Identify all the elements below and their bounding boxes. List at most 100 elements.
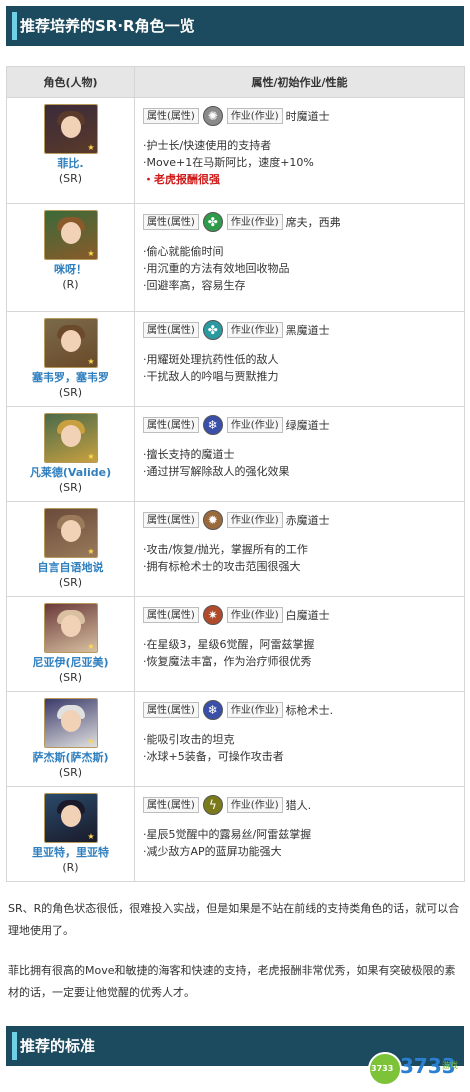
job-tag: 作业(作业): [226, 702, 283, 718]
job-name: 标枪术士.: [285, 704, 334, 717]
feature-line: ·护士长/快速使用的支持者: [143, 139, 272, 152]
attribute-tag: 属性(属性): [143, 607, 199, 623]
site-logo: 3733 3733 游戏: [368, 1050, 464, 1092]
character-cell: ★ 凡莱德(Valide) (SR): [6, 406, 135, 502]
job-name: 黑魔道士: [285, 324, 330, 337]
character-name[interactable]: 里亚特，里亚特: [7, 845, 134, 860]
character-rarity: (SR): [58, 386, 83, 399]
job-tag: 作业(作业): [226, 607, 283, 623]
time-icon: ✺: [202, 106, 223, 126]
character-cell: ★ 尼亚伊(尼亚美) (SR): [6, 596, 135, 692]
section-header: 推荐培养的SR·R角色一览: [6, 6, 464, 46]
info-cell: 属性(属性) ϟ 作业(作业) 猎人. ·星辰5觉醒中的露易丝/阿雷兹掌握 ·减少…: [134, 786, 465, 882]
paragraph: 菲比拥有很高的Move和敏捷的海客和快速的支持，老虎报酬非常优秀，如果有突破极限…: [8, 964, 456, 999]
job-name: 猎人.: [285, 799, 312, 812]
highlight-line: ・老虎报酬很强: [143, 173, 220, 186]
character-name[interactable]: 咪呀！: [7, 262, 134, 277]
character-cell: ★ 咪呀！ (R): [6, 203, 135, 312]
character-portrait[interactable]: ★: [43, 793, 98, 843]
feature-line: ·星辰5觉醒中的露易丝/阿雷兹掌握: [143, 828, 312, 841]
job-name: 席夫，西弗: [285, 216, 341, 229]
character-portrait[interactable]: ★: [43, 603, 98, 653]
character-rarity: (SR): [58, 576, 83, 589]
rank-mark-icon: ★: [87, 143, 95, 152]
info-cell: 属性(属性) ✹ 作业(作业) 赤魔道士 ·攻击/恢复/抛光，掌握所有的工作 ·拥…: [134, 501, 465, 597]
character-table: 角色(人物) 属性/初始作业/性能 ★ 菲比. (SR) 属性(属性) ✺ 作业…: [6, 66, 465, 882]
attribute-tag: 属性(属性): [143, 797, 199, 813]
character-portrait[interactable]: ★: [43, 210, 98, 260]
attribute-tag: 属性(属性): [143, 702, 199, 718]
feature-line: ·拥有标枪术士的攻击范围很强大: [143, 560, 301, 573]
rank-mark-icon: ★: [87, 547, 95, 556]
feature-line: ·偷心就能偷时间: [143, 245, 224, 258]
logo-subtitle: 游戏: [442, 1061, 458, 1070]
feature-line: ·干扰敌人的吟唱与贾默推力: [143, 370, 279, 383]
feature-line: ·在星级3，星级6觉醒，阿雷兹掌握: [143, 638, 315, 651]
info-cell: 属性(属性) ✤ 作业(作业) 黑魔道士 ·用耀斑处理抗药性低的敌人 ·干扰敌人的…: [134, 311, 465, 407]
logo-number-small: 3733: [371, 1064, 394, 1073]
table-row: ★ 凡莱德(Valide) (SR) 属性(属性) ❄ 作业(作业) 绿魔道士 …: [6, 406, 465, 502]
character-name[interactable]: 尼亚伊(尼亚美): [7, 655, 134, 670]
header-accent-bar: [12, 12, 17, 40]
character-rarity: (R): [62, 278, 79, 291]
info-cell: 属性(属性) ✤ 作业(作业) 席夫，西弗 ·偷心就能偷时间 ·用沉重的方法有效地…: [134, 203, 465, 312]
column-header-info: 属性/初始作业/性能: [134, 66, 465, 98]
wind-icon: ✤: [202, 212, 223, 232]
table-row: ★ 里亚特，里亚特 (R) 属性(属性) ϟ 作业(作业) 猎人. ·星辰5觉醒…: [6, 786, 465, 882]
feature-line: ·减少敌方AP的蓝屏功能强大: [143, 845, 282, 858]
character-name[interactable]: 塞韦罗，塞韦罗: [7, 370, 134, 385]
character-name[interactable]: 菲比.: [7, 156, 134, 171]
character-portrait[interactable]: ★: [43, 318, 98, 368]
table-row: ★ 尼亚伊(尼亚美) (SR) 属性(属性) ✷ 作业(作业) 白魔道士 ·在星…: [6, 596, 465, 692]
character-portrait[interactable]: ★: [43, 413, 98, 463]
character-rarity: (SR): [58, 671, 83, 684]
character-portrait[interactable]: ★: [43, 698, 98, 748]
feature-line: ·用耀斑处理抗药性低的敌人: [143, 353, 279, 366]
info-cell: 属性(属性) ✷ 作业(作业) 白魔道士 ·在星级3，星级6觉醒，阿雷兹掌握 ·恢…: [134, 596, 465, 692]
feature-line: ·回避率高，容易生存: [143, 279, 246, 292]
feature-line: ·冰球+5装备，可操作攻击者: [143, 750, 284, 763]
job-tag: 作业(作业): [226, 108, 283, 124]
attribute-tag: 属性(属性): [143, 512, 199, 528]
feature-line: ·攻击/恢复/抛光，掌握所有的工作: [143, 543, 308, 556]
attribute-tag: 属性(属性): [143, 108, 199, 124]
job-name: 绿魔道士: [285, 419, 330, 432]
header-accent-bar: [12, 1032, 17, 1060]
attribute-tag: 属性(属性): [143, 322, 199, 338]
info-cell: 属性(属性) ❄ 作业(作业) 标枪术士. ·能吸引攻击的坦克 ·冰球+5装备，可…: [134, 691, 465, 787]
character-rarity: (SR): [58, 481, 83, 494]
character-name[interactable]: 自言自语地说: [7, 560, 134, 575]
ice-icon: ❄: [202, 700, 223, 720]
table-row: ★ 自言自语地说 (SR) 属性(属性) ✹ 作业(作业) 赤魔道士 ·攻击/恢…: [6, 501, 465, 597]
rank-mark-icon: ★: [87, 249, 95, 258]
info-cell: 属性(属性) ✺ 作业(作业) 时魔道士 ·护士长/快速使用的支持者 ·Move+…: [134, 97, 465, 204]
feature-line: ·能吸引攻击的坦克: [143, 733, 235, 746]
info-cell: 属性(属性) ❄ 作业(作业) 绿魔道士 ·擅长支持的魔道士 ·通过拼写解除敌人的…: [134, 406, 465, 502]
character-name[interactable]: 凡莱德(Valide): [7, 465, 134, 480]
table-row: ★ 菲比. (SR) 属性(属性) ✺ 作业(作业) 时魔道士 ·护士长/快速使…: [6, 97, 465, 204]
character-portrait[interactable]: ★: [43, 104, 98, 154]
character-name[interactable]: 萨杰斯(萨杰斯): [7, 750, 134, 765]
earth-icon: ✹: [202, 510, 223, 530]
job-tag: 作业(作业): [226, 417, 283, 433]
fire-icon: ✷: [202, 605, 223, 625]
job-tag: 作业(作业): [226, 322, 283, 338]
thunder-icon: ϟ: [202, 795, 223, 815]
character-rarity: (SR): [58, 172, 83, 185]
column-header-character: 角色(人物): [6, 66, 135, 98]
rank-mark-icon: ★: [87, 357, 95, 366]
character-portrait[interactable]: ★: [43, 508, 98, 558]
section-title: 推荐培养的SR·R角色一览: [20, 17, 195, 35]
ice-icon: ❄: [202, 415, 223, 435]
job-tag: 作业(作业): [226, 512, 283, 528]
job-tag: 作业(作业): [226, 214, 283, 230]
rank-mark-icon: ★: [87, 737, 95, 746]
table-row: ★ 塞韦罗，塞韦罗 (SR) 属性(属性) ✤ 作业(作业) 黑魔道士 ·用耀斑…: [6, 311, 465, 407]
rank-mark-icon: ★: [87, 452, 95, 461]
rank-mark-icon: ★: [87, 832, 95, 841]
character-cell: ★ 里亚特，里亚特 (R): [6, 786, 135, 882]
paragraph: SR、R的角色状态很低，很难投入实战，但是如果是不站在前线的支持类角色的话，就可…: [8, 902, 460, 937]
feature-line: ·Move+1在马斯阿比，速度+10%: [143, 156, 314, 169]
character-rarity: (R): [62, 861, 79, 874]
feature-line: ·恢复魔法丰富，作为治疗师很优秀: [143, 655, 312, 668]
